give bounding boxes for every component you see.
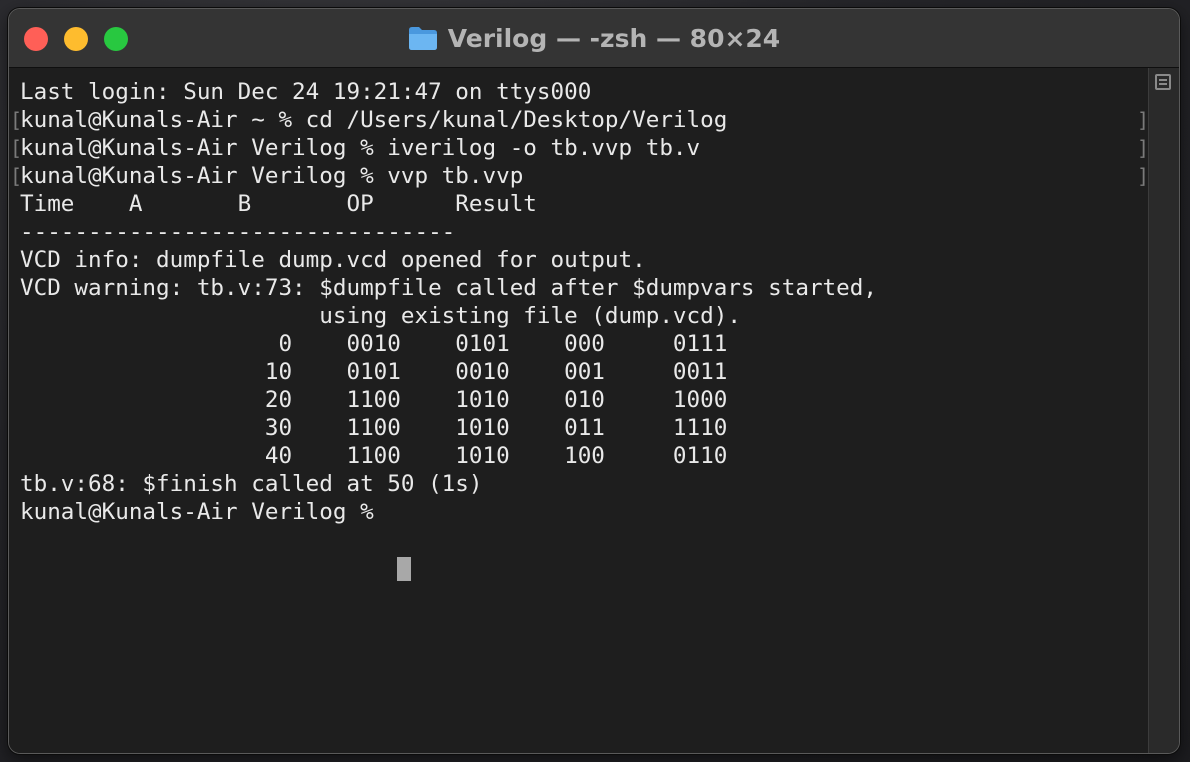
terminal-line: kunal@Kunals-Air Verilog % iverilog -o t… (20, 135, 701, 161)
mark-start: [ (10, 108, 23, 132)
mark-start: [ (10, 136, 23, 160)
scrollbar-toggle-icon[interactable] (1155, 74, 1171, 90)
terminal-window: Verilog — -zsh — 80×24 Last login: Sun D… (8, 8, 1180, 754)
terminal-line: using existing file (dump.vcd). (20, 303, 741, 329)
terminal-line: 20 1100 1010 010 1000 (20, 387, 728, 413)
terminal-output[interactable]: Last login: Sun Dec 24 19:21:47 on ttys0… (9, 68, 1149, 753)
folder-icon (408, 27, 437, 50)
window-title: Verilog — -zsh — 80×24 (447, 23, 781, 53)
terminal-line: 40 1100 1010 100 0110 (20, 443, 728, 469)
terminal-line: tb.v:68: $finish called at 50 (1s) (20, 471, 483, 497)
scrollbar[interactable] (1148, 68, 1179, 753)
terminal-line: 30 1100 1010 011 1110 (20, 415, 728, 441)
terminal-line: VCD info: dumpfile dump.vcd opened for o… (20, 247, 646, 273)
terminal-line: VCD warning: tb.v:73: $dumpfile called a… (20, 275, 877, 301)
terminal-line: Time A B OP Result (20, 191, 537, 217)
window-title-group: Verilog — -zsh — 80×24 (9, 22, 1179, 54)
mark-start: [ (10, 164, 23, 188)
terminal-line: -------------------------------- (20, 219, 456, 245)
title-bar[interactable]: Verilog — -zsh — 80×24 (9, 9, 1179, 68)
terminal-line: Last login: Sun Dec 24 19:21:47 on ttys0… (20, 79, 592, 105)
terminal-line: 0 0010 0101 000 0111 (20, 331, 728, 357)
terminal-line: 10 0101 0010 001 0011 (20, 359, 728, 385)
terminal-prompt: kunal@Kunals-Air Verilog % (20, 499, 388, 525)
terminal-line: kunal@Kunals-Air Verilog % vvp tb.vvp (20, 163, 524, 189)
terminal-line: kunal@Kunals-Air ~ % cd /Users/kunal/Des… (20, 107, 728, 133)
text-cursor (397, 557, 411, 581)
